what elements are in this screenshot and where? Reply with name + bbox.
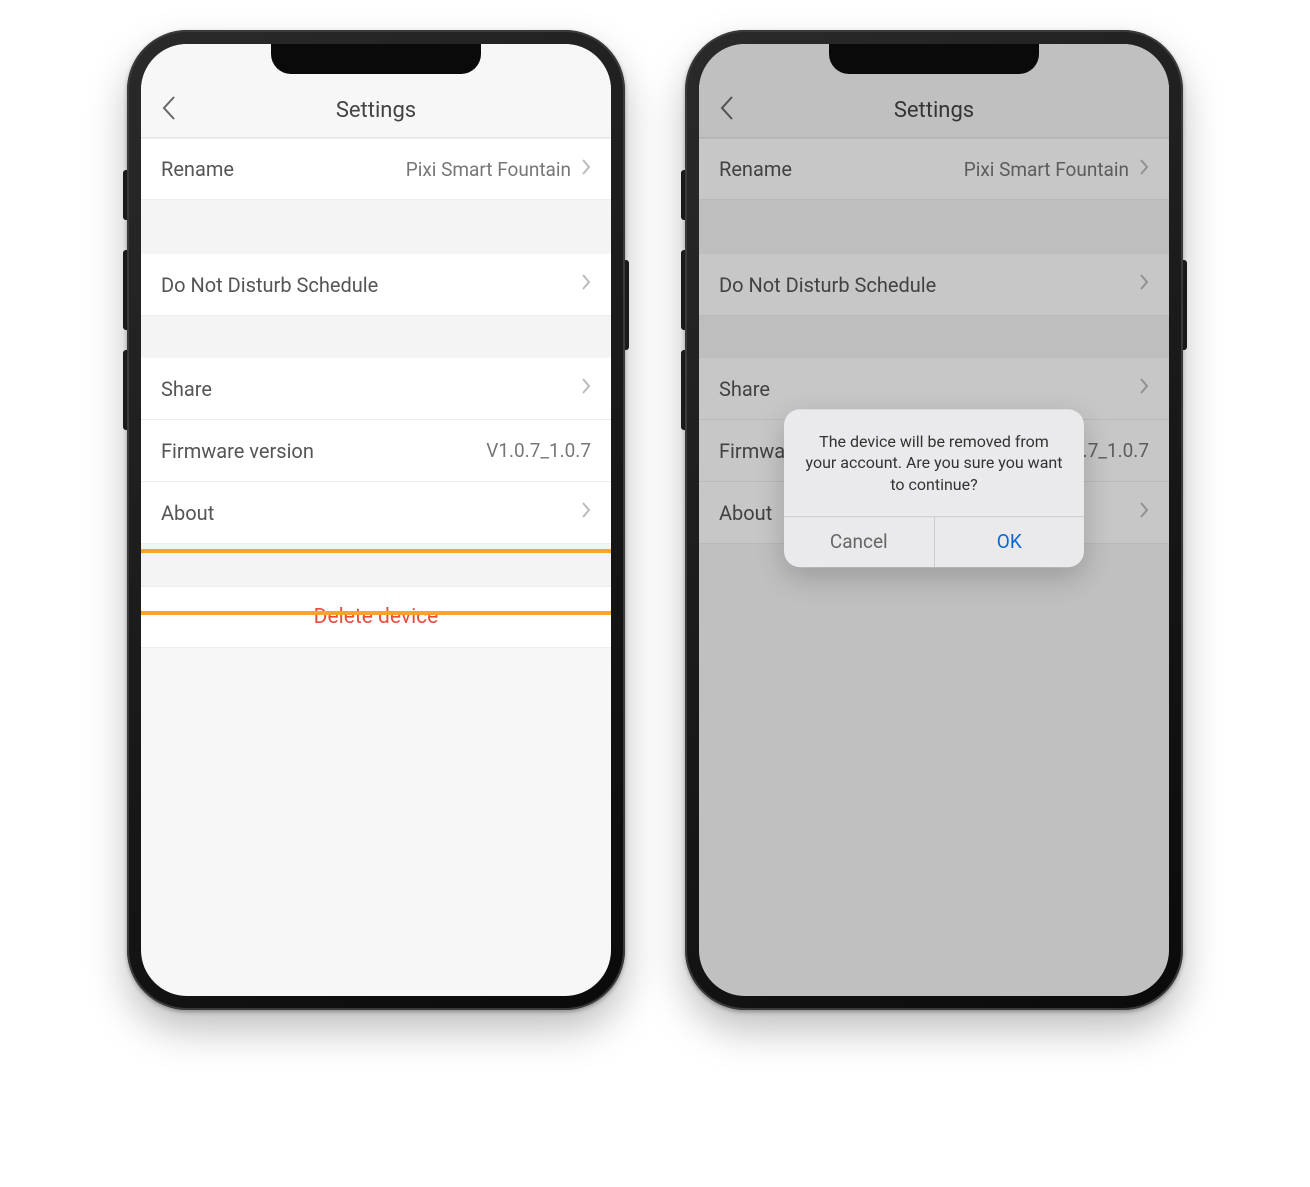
side-button <box>625 260 629 350</box>
chevron-right-icon <box>581 377 591 400</box>
phone-left: Settings Rename Pixi Smart Fountain <box>127 30 625 1010</box>
chevron-right-icon <box>581 501 591 524</box>
row-label: Rename <box>161 157 234 181</box>
dialog-ok-button[interactable]: OK <box>935 517 1085 567</box>
chevron-right-icon <box>581 158 591 181</box>
row-share[interactable]: Share <box>141 358 611 420</box>
row-label: Share <box>161 377 212 401</box>
row-label: Firmware version <box>161 439 314 463</box>
row-value: V1.0.7_1.0.7 <box>486 439 591 462</box>
screen: Settings Rename Pixi Smart Fountain <box>141 44 611 996</box>
row-label: Do Not Disturb Schedule <box>161 273 378 297</box>
row-value: Pixi Smart Fountain <box>406 158 571 181</box>
page-title: Settings <box>336 98 416 123</box>
screen: Settings Rename Pixi Smart Fountain <box>699 44 1169 996</box>
side-button <box>1183 260 1187 350</box>
row-rename[interactable]: Rename Pixi Smart Fountain <box>141 138 611 200</box>
phone-right: Settings Rename Pixi Smart Fountain <box>685 30 1183 1010</box>
phone-frame: Settings Rename Pixi Smart Fountain <box>127 30 625 1010</box>
notch <box>271 44 481 74</box>
chevron-left-icon <box>161 95 177 121</box>
row-dnd[interactable]: Do Not Disturb Schedule <box>141 254 611 316</box>
row-about[interactable]: About <box>141 482 611 544</box>
row-label: About <box>161 501 214 525</box>
phone-frame: Settings Rename Pixi Smart Fountain <box>685 30 1183 1010</box>
dialog-cancel-button[interactable]: Cancel <box>784 517 935 567</box>
confirm-dialog: The device will be removed from your acc… <box>784 409 1084 567</box>
row-firmware[interactable]: Firmware version V1.0.7_1.0.7 <box>141 420 611 482</box>
delete-device-button[interactable]: Delete device <box>141 586 611 648</box>
chevron-right-icon <box>581 273 591 296</box>
notch <box>829 44 1039 74</box>
dialog-message: The device will be removed from your acc… <box>784 409 1084 516</box>
back-button[interactable] <box>161 95 177 125</box>
app-content: Settings Rename Pixi Smart Fountain <box>141 44 611 996</box>
